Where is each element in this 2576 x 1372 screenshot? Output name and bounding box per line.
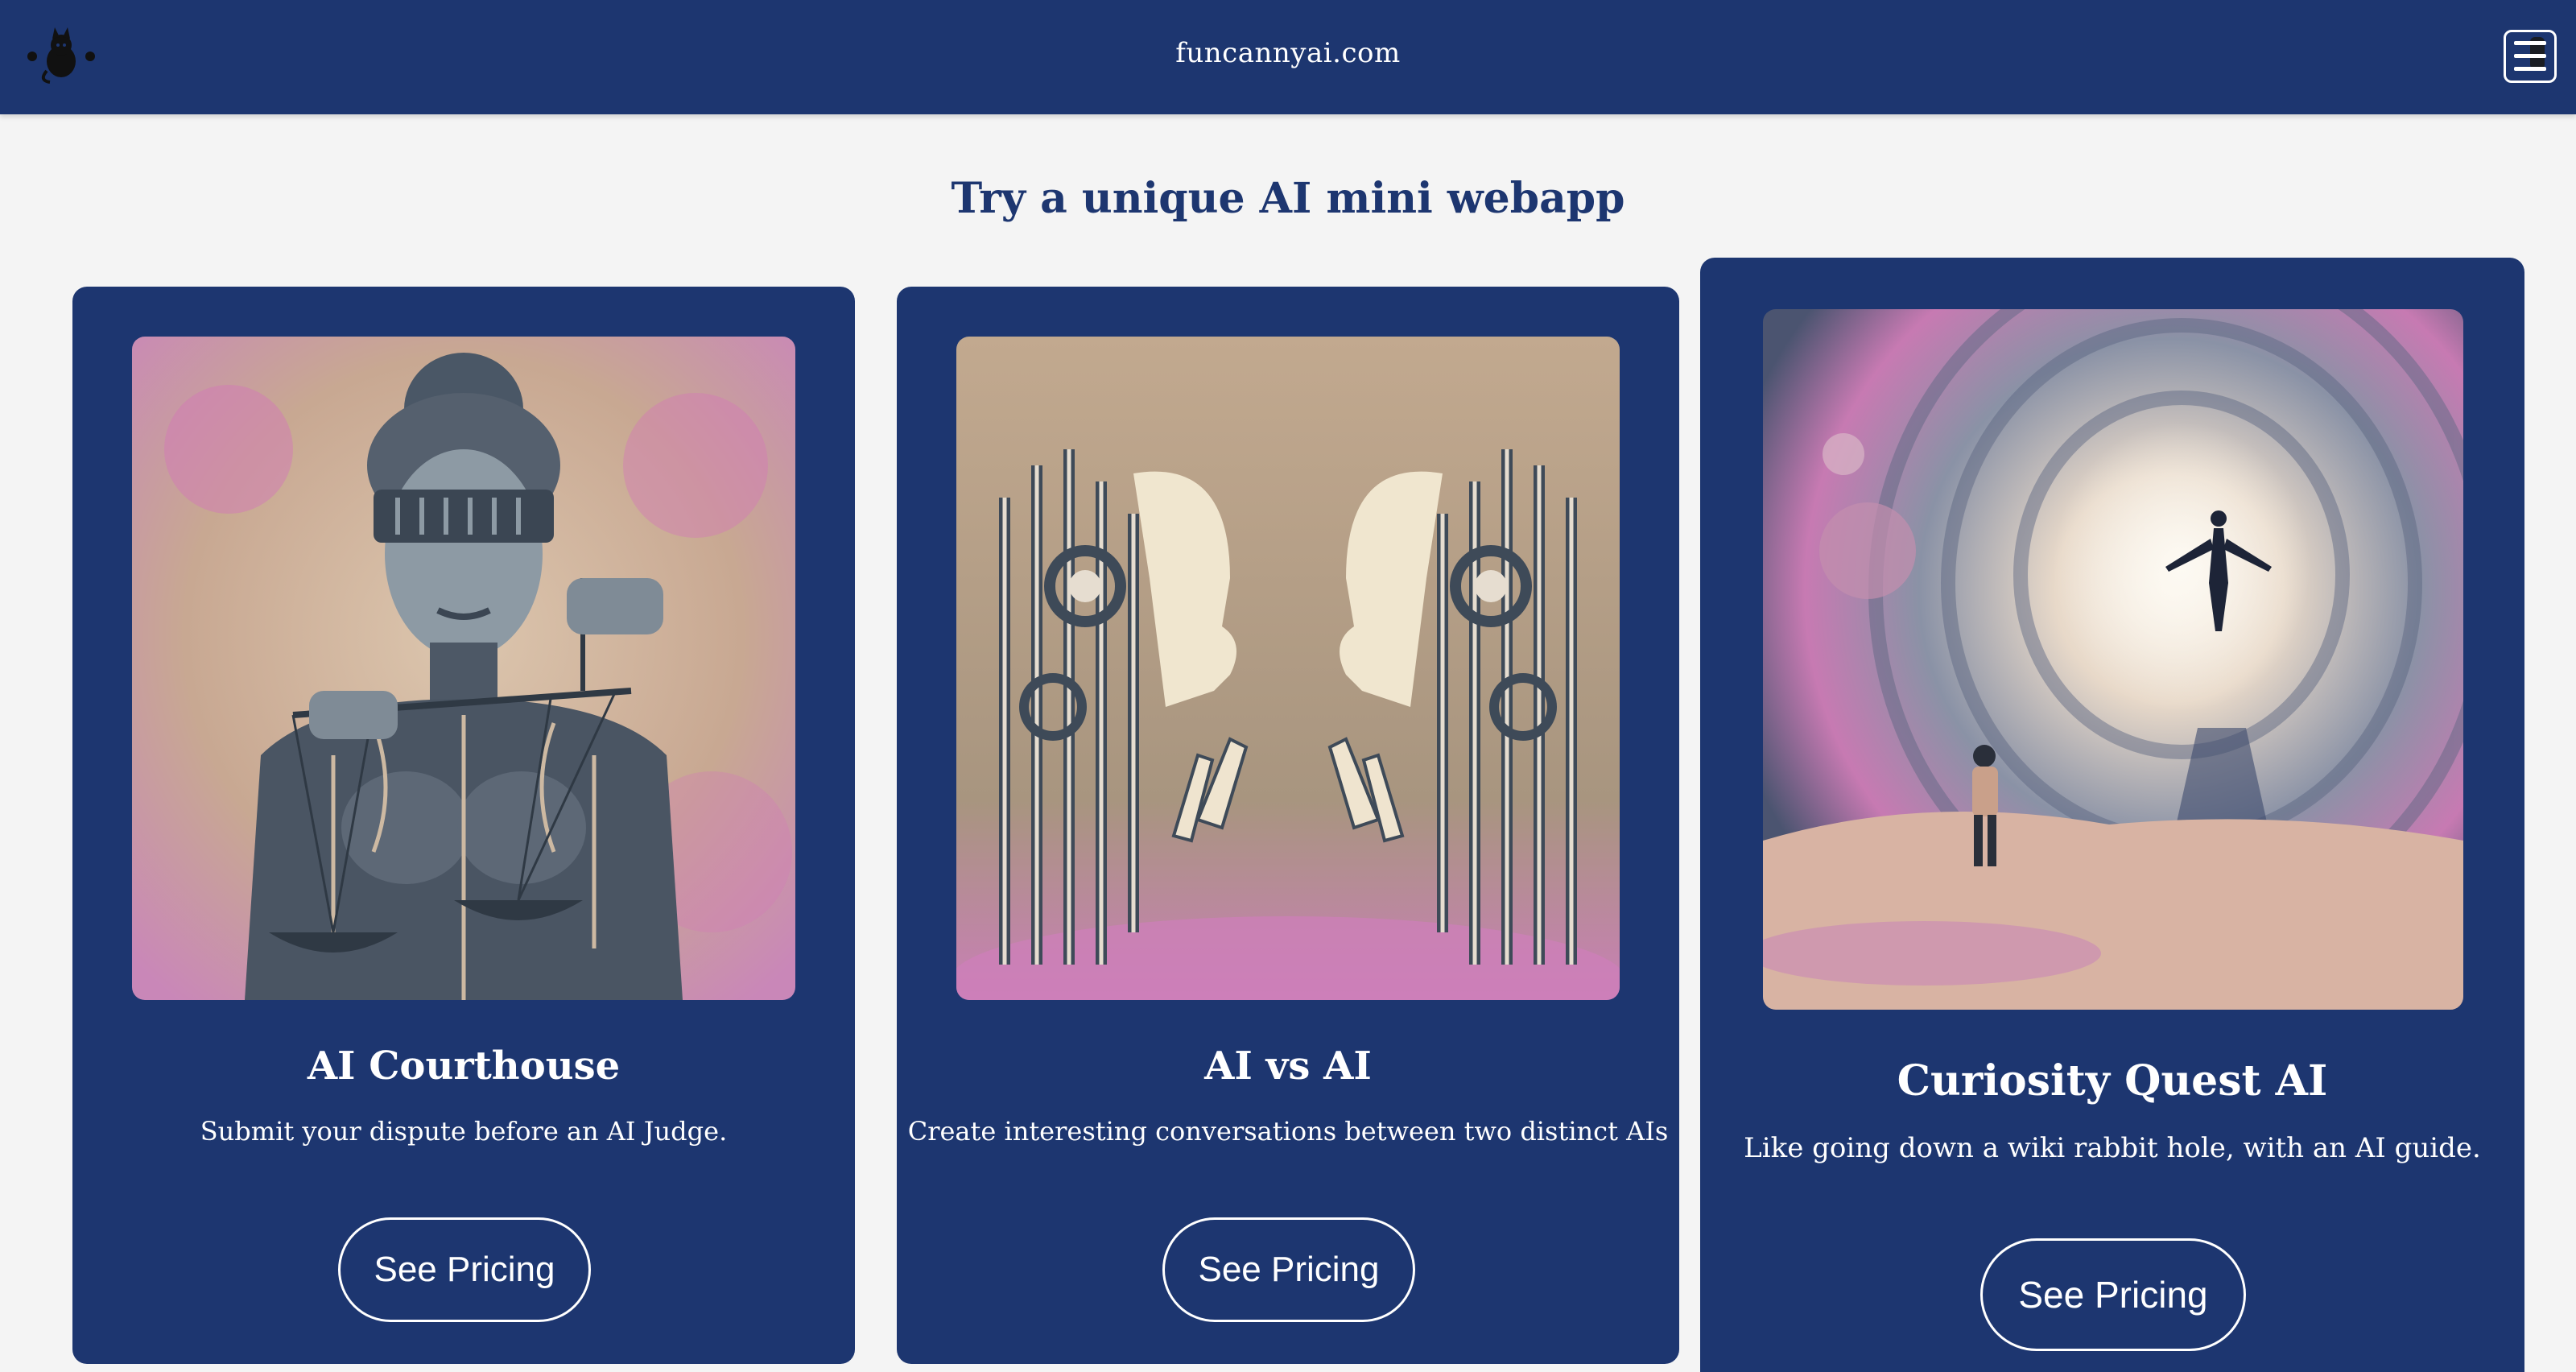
see-pricing-button[interactable]: See Pricing <box>1980 1238 2246 1351</box>
app-card-ai-vs-ai[interactable]: AI vs AI Create interesting conversation… <box>897 287 1679 1364</box>
menu-bar <box>2514 54 2546 58</box>
cosmic-portal-illustration <box>1763 309 2463 1010</box>
page-heading: Try a unique AI mini webapp <box>951 174 1625 223</box>
app-card-ai-courthouse[interactable]: AI Courthouse Submit your dispute before… <box>72 287 855 1364</box>
menu-bar <box>2514 67 2546 71</box>
app-card-curiosity-quest[interactable]: Curiosity Quest AI Like going down a wik… <box>1700 258 2524 1372</box>
card-description: Like going down a wiki rabbit hole, with… <box>1744 1132 2481 1164</box>
robot-faces-illustration <box>956 337 1620 1000</box>
card-description: Create interesting conversations between… <box>907 1116 1669 1147</box>
justice-robot-illustration <box>132 337 795 1000</box>
card-description: Submit your dispute before an AI Judge. <box>200 1116 728 1147</box>
card-title: AI vs AI <box>1204 1043 1372 1089</box>
site-name[interactable]: funcannyai.com <box>0 37 2576 69</box>
card-title: AI Courthouse <box>307 1043 621 1089</box>
card-title: Curiosity Quest AI <box>1897 1056 2328 1105</box>
see-pricing-button[interactable]: See Pricing <box>1162 1217 1415 1322</box>
menu-bar <box>2514 41 2546 45</box>
see-pricing-button[interactable]: See Pricing <box>338 1217 591 1322</box>
top-navbar: funcannyai.com <box>0 0 2576 114</box>
hamburger-menu-icon[interactable] <box>2504 30 2557 83</box>
